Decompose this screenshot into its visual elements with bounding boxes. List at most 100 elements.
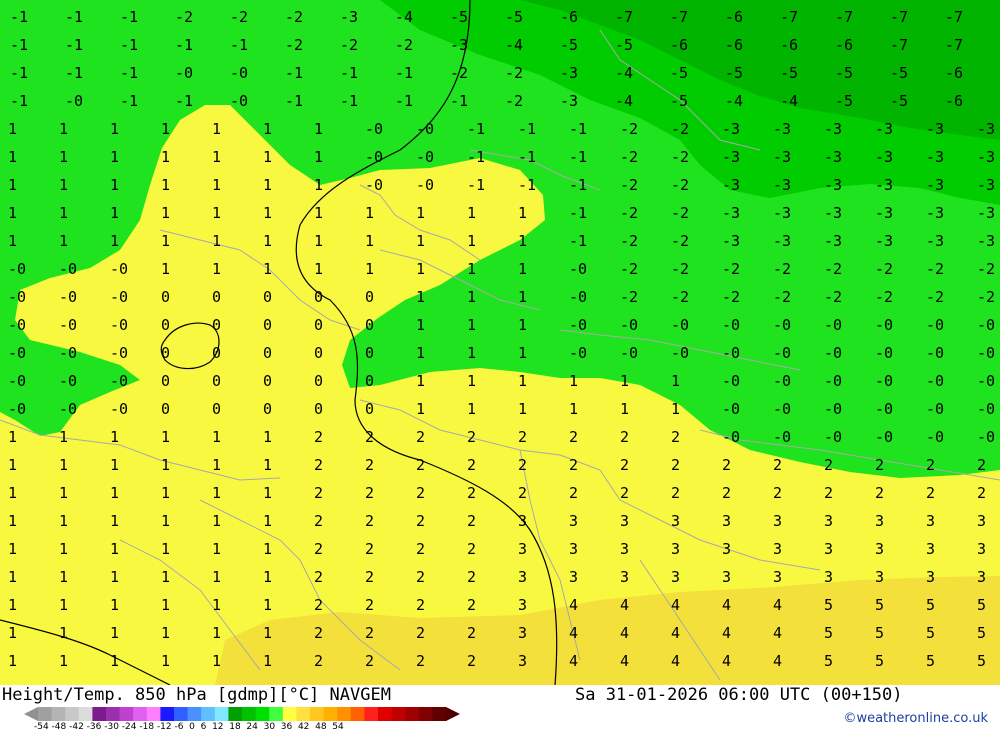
temperature-label: -3 [773,120,791,138]
temperature-label: 1 [212,428,221,446]
temperature-label: -1 [175,36,193,54]
temperature-label: 3 [518,512,527,530]
temperature-label: -0 [416,148,434,166]
temperature-label: 1 [161,456,170,474]
temperature-label: 1 [110,596,119,614]
temperature-label: -5 [505,8,523,26]
temperature-label: 1 [467,344,476,362]
temperature-label: 2 [773,484,782,502]
temperature-label: 2 [365,428,374,446]
temperature-label: 4 [569,624,578,642]
colorbar-swatch [269,707,284,721]
temperature-label: -2 [671,260,689,278]
temperature-label: -1 [340,92,358,110]
temperature-label: -0 [569,288,587,306]
temperature-label: -3 [875,232,893,250]
temperature-label: -3 [722,204,740,222]
temperature-label: -0 [722,372,740,390]
temperature-label: 2 [416,652,425,670]
temperature-label: 2 [365,484,374,502]
temperature-label: 1 [467,204,476,222]
weather-map: -1 -1 -1 -2 -2 -2 -3 -4 -5 -5 -6 -7 -7 -6 -7 -7 -7 -7 -1 -1… [0,0,1000,685]
temperature-label: -1 [120,64,138,82]
temperature-label: 1 [161,484,170,502]
temperature-label: -0 [569,316,587,334]
temperature-label: -2 [671,148,689,166]
temperature-label: 0 [314,400,323,418]
temperature-label: -0 [110,288,128,306]
temperature-label: -2 [285,8,303,26]
temperature-label: 1 [59,232,68,250]
temperature-label: -2 [620,204,638,222]
temperature-label: 1 [161,260,170,278]
temperature-label: 0 [212,400,221,418]
temperature-label: 3 [671,540,680,558]
temperature-label: -0 [926,372,944,390]
temperature-label: 1 [8,540,17,558]
temperature-label: 4 [569,596,578,614]
temperature-label: -0 [59,260,77,278]
temperature-label: 5 [824,624,833,642]
temperature-label: -0 [8,260,26,278]
temperature-label: 1 [212,260,221,278]
temperature-label: 2 [314,428,323,446]
temperature-label: 4 [620,624,629,642]
temperature-label: 2 [671,484,680,502]
colorbar-swatch [310,707,325,721]
temperature-label: -3 [773,204,791,222]
temperature-label: -1 [65,8,83,26]
temperature-label: 2 [569,484,578,502]
temperature-label: 1 [314,176,323,194]
temperature-label: 1 [365,232,374,250]
temperature-label: -0 [977,344,995,362]
temperature-label: -2 [620,148,638,166]
temperature-label: 1 [59,120,68,138]
temperature-label: -3 [977,232,995,250]
temperature-label: 0 [212,316,221,334]
temperature-label: 3 [620,512,629,530]
temperature-label: 1 [212,204,221,222]
credit-link[interactable]: ©weatheronline.co.uk [843,711,988,726]
temperature-label: 3 [518,568,527,586]
temperature-label: -0 [175,64,193,82]
temperature-label: -1 [10,8,28,26]
temperature-label: 2 [416,484,425,502]
temperature-label: 1 [110,148,119,166]
temperature-label: 1 [569,372,578,390]
colorbar-swatch [242,707,257,721]
temperature-label: 1 [110,484,119,502]
temperature-label: 1 [59,176,68,194]
temperature-label: 1 [110,176,119,194]
colorbar-swatch [391,707,406,721]
temperature-label: 1 [59,484,68,502]
temperature-label: -2 [505,64,523,82]
temperature-label: -5 [670,64,688,82]
map-title: Height/Temp. 850 hPa [gdmp][°C] NAVGEM [2,685,391,705]
temperature-label: 4 [569,652,578,670]
temperature-label: 2 [365,512,374,530]
temperature-label: -1 [467,120,485,138]
temperature-label: -0 [773,372,791,390]
temperature-label: 1 [518,400,527,418]
temperature-label: 1 [212,148,221,166]
temperature-label: 1 [212,456,221,474]
temperature-label: -1 [65,36,83,54]
temperature-label: 4 [773,652,782,670]
temperature-label: 4 [671,624,680,642]
temperature-label: -2 [722,288,740,306]
temperature-label: 1 [59,624,68,642]
temperature-label: 0 [212,288,221,306]
temperature-label: -0 [59,316,77,334]
temperature-label: -7 [890,36,908,54]
temperature-label: -1 [340,64,358,82]
temperature-label: -5 [780,64,798,82]
temperature-label: -0 [773,316,791,334]
temperature-label: -0 [722,344,740,362]
temperature-label: 3 [773,568,782,586]
temperature-label: 1 [416,204,425,222]
temperature-label: 5 [977,652,986,670]
colorbar-swatch [38,707,53,721]
temperature-label: 0 [314,316,323,334]
colorbar-swatch [432,707,447,721]
temperature-label: 3 [620,568,629,586]
